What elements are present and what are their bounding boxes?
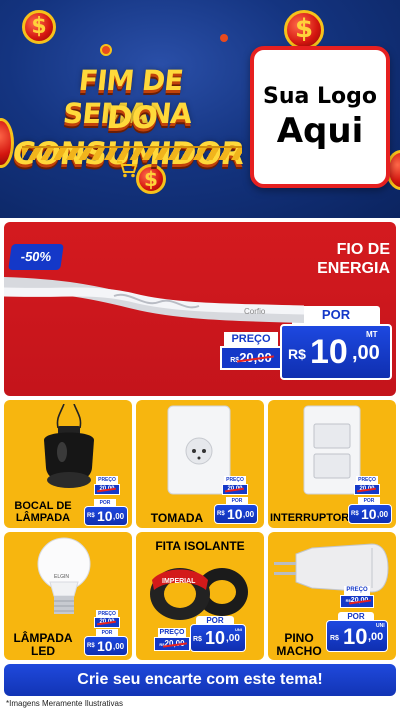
featured-por-label: POR	[292, 306, 380, 324]
preco-label: PREÇO	[224, 476, 246, 484]
power-cable-image: Corfio	[4, 277, 304, 323]
new-price: R$ 10 ,00	[214, 504, 258, 524]
disclaimer-text: *Imagens Meramente Ilustrativas	[6, 699, 123, 708]
logo-text-line1: Sua Logo	[262, 84, 377, 109]
coin-icon: $	[22, 10, 56, 44]
male-plug-image	[274, 543, 389, 593]
svg-text:IMPERIAL: IMPERIAL	[162, 578, 196, 585]
logo-placeholder: Sua Logo Aqui	[250, 46, 390, 188]
preco-label: PREÇO	[344, 586, 370, 595]
cta-button[interactable]: Crie seu encarte com este tema!	[4, 664, 396, 696]
insulating-tape-image: IMPERIAL	[150, 568, 248, 620]
old-price: 20,00	[94, 484, 120, 495]
logo-text-line2: Aqui	[276, 111, 364, 151]
new-price: R$ 10 ,00	[348, 504, 392, 524]
product-name: INTERRUPTOR	[270, 512, 350, 524]
product-name: BOCAL DE LÂMPADA	[14, 500, 72, 524]
new-price: R$ 10 ,00 UNI	[326, 620, 388, 652]
product-name: PINO MACHO	[276, 631, 322, 658]
light-switch-image	[303, 405, 361, 495]
small-coin-icon	[220, 34, 228, 42]
svg-text:ELGIN: ELGIN	[54, 574, 69, 580]
product-name: FITA ISOLANTE	[155, 539, 245, 553]
old-price: 20,00	[354, 484, 380, 495]
small-coin-icon	[100, 44, 112, 56]
shopping-cart-icon	[117, 161, 138, 178]
old-price: R$20,00	[154, 637, 190, 651]
preco-label: PREÇO	[356, 476, 378, 484]
featured-product-title: FIO DE ENERGIA	[317, 241, 390, 277]
preco-label: PREÇO	[96, 476, 118, 484]
featured-preco-label: PREÇO	[224, 332, 278, 346]
new-price: R$ 10 ,00	[84, 506, 128, 526]
old-price: 20,00	[222, 484, 248, 495]
old-price: R$20,00	[340, 595, 374, 608]
chevron-stripe	[22, 146, 242, 160]
featured-old-price: R$20,00	[220, 346, 282, 370]
discount-badge: -50%	[8, 244, 64, 270]
cable-brand-label: Corfio	[244, 307, 266, 316]
header-banner: $ $ $ FIM DE SEMANA DO CONSUMIDOR Sua Lo…	[0, 0, 400, 218]
coin-icon: $	[284, 10, 324, 50]
new-price: R$ 10 ,00	[84, 636, 128, 656]
featured-new-price: R$ 10 ,00 MT	[280, 324, 392, 380]
old-price: 20,00	[94, 617, 120, 628]
product-name: LÂMPADA LED	[13, 631, 73, 658]
led-bulb-image: ELGIN	[37, 537, 91, 614]
power-outlet-image	[167, 405, 231, 495]
product-name: TOMADA	[150, 511, 204, 525]
new-price: R$ 10 ,00 UNI	[190, 624, 246, 652]
